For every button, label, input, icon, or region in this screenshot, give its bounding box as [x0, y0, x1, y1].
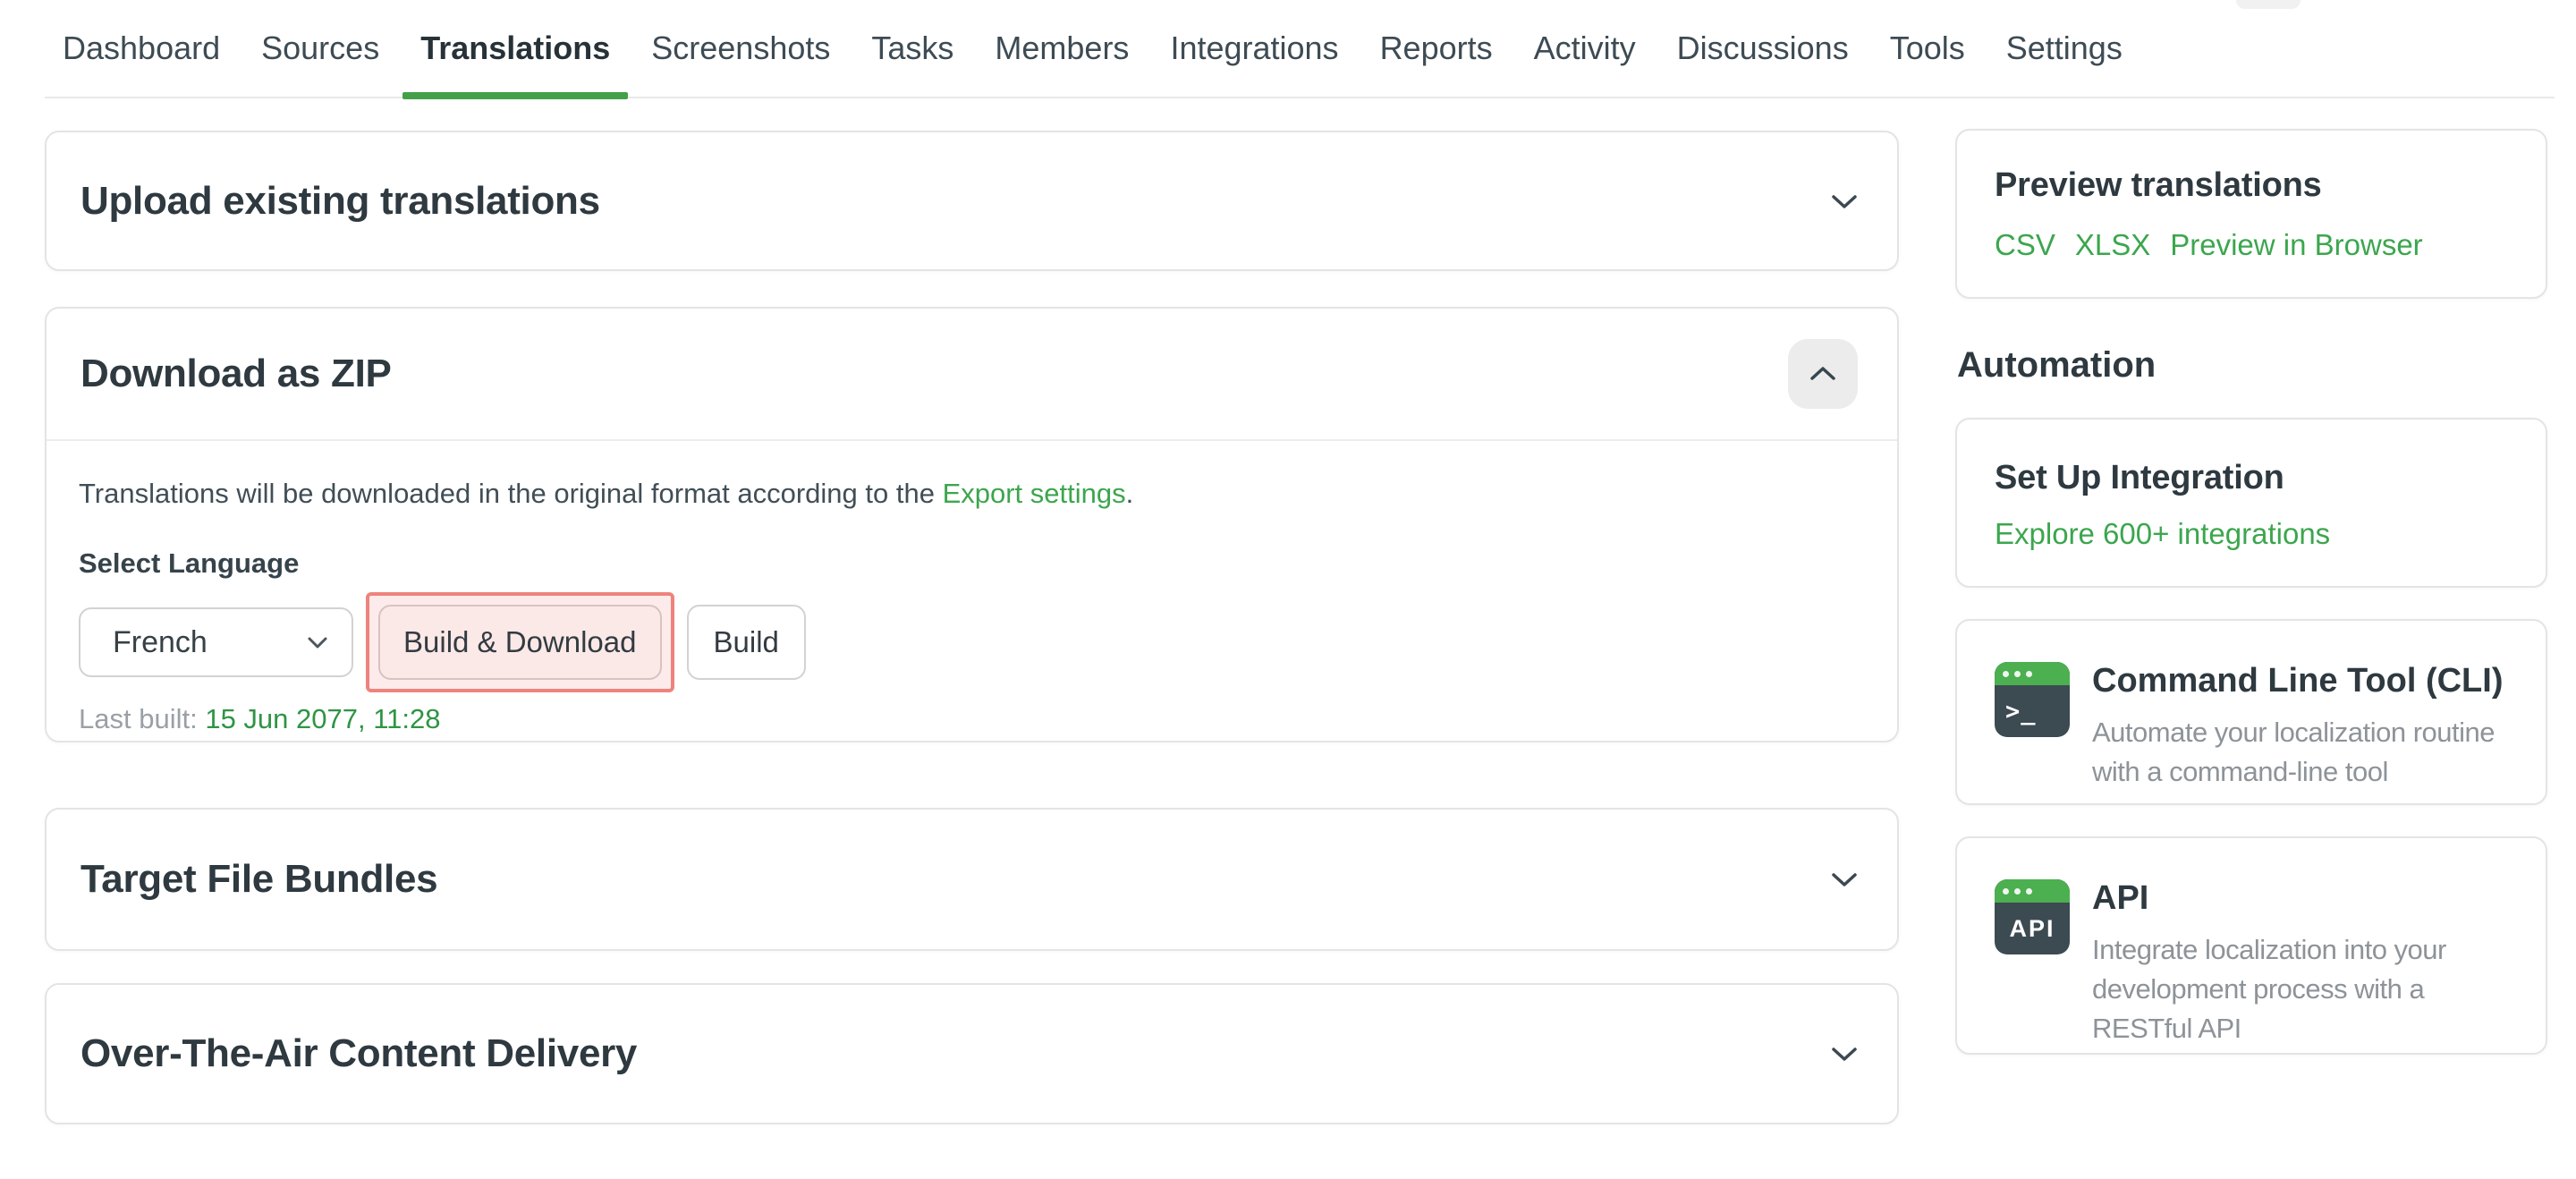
csv-link[interactable]: CSV — [1995, 228, 2055, 262]
api-card-title: API — [2092, 879, 2512, 918]
cli-card[interactable]: >_ Command Line Tool (CLI) Automate your… — [1955, 619, 2547, 805]
nav-item-activity[interactable]: Activity — [1534, 0, 1636, 98]
preview-in-browser-link[interactable]: Preview in Browser — [2170, 228, 2422, 262]
download-panel-title: Download as ZIP — [80, 352, 392, 396]
preview-links-row: CSV XLSX Preview in Browser — [1995, 228, 2510, 262]
build-button[interactable]: Build — [687, 605, 806, 680]
build-controls-row: French Build & Download Build — [79, 592, 1863, 692]
ota-panel-header[interactable]: Over-The-Air Content Delivery — [47, 985, 1897, 1123]
chevron-down-icon — [1831, 870, 1858, 888]
cropped-toolbar-element — [2236, 0, 2301, 9]
nav-item-tasks[interactable]: Tasks — [871, 0, 953, 98]
last-built-status: Last built: 15 Jun 2077, 11:28 — [79, 703, 1863, 735]
set-up-integration-title: Set Up Integration — [1995, 459, 2510, 497]
nav-item-sources[interactable]: Sources — [261, 0, 379, 98]
nav-item-reports[interactable]: Reports — [1380, 0, 1493, 98]
nav-item-dashboard[interactable]: Dashboard — [63, 0, 220, 98]
description-period: . — [1126, 478, 1134, 509]
chevron-up-icon — [1809, 365, 1836, 383]
download-panel-body: Translations will be downloaded in the o… — [47, 441, 1897, 735]
cli-card-text: Command Line Tool (CLI) Automate your lo… — [2092, 662, 2512, 792]
xlsx-link[interactable]: XLSX — [2075, 228, 2150, 262]
terminal-prompt-glyph: >_ — [1995, 685, 2070, 737]
description-text: Translations will be downloaded in the o… — [79, 478, 943, 509]
terminal-icon: >_ — [1995, 662, 2070, 737]
upload-panel-header[interactable]: Upload existing translations — [47, 132, 1897, 269]
nav-item-translations[interactable]: Translations — [420, 0, 610, 98]
preview-translations-title: Preview translations — [1995, 166, 2510, 205]
api-card-description: Integrate localization into your develop… — [2092, 930, 2512, 1048]
api-icon-label: API — [1995, 903, 2070, 954]
bundles-panel-title: Target File Bundles — [80, 857, 437, 902]
target-file-bundles-panel: Target File Bundles — [45, 808, 1899, 951]
cli-card-description: Automate your localization routine with … — [2092, 713, 2512, 792]
chevron-down-icon — [1831, 1045, 1858, 1063]
cli-card-title: Command Line Tool (CLI) — [2092, 662, 2512, 700]
set-up-integration-card: Set Up Integration Explore 600+ integrat… — [1955, 418, 2547, 588]
download-description: Translations will be downloaded in the o… — [79, 477, 1863, 510]
api-card[interactable]: API API Integrate localization into your… — [1955, 836, 2547, 1055]
select-language-label: Select Language — [79, 547, 1863, 580]
download-panel-header[interactable]: Download as ZIP — [47, 309, 1897, 441]
bundles-panel-header[interactable]: Target File Bundles — [47, 810, 1897, 949]
translations-content: Upload existing translations Download as… — [45, 131, 1899, 1124]
nav-item-members[interactable]: Members — [995, 0, 1129, 98]
nav-item-discussions[interactable]: Discussions — [1677, 0, 1849, 98]
ota-content-delivery-panel: Over-The-Air Content Delivery — [45, 983, 1899, 1124]
api-icon: API — [1995, 879, 2070, 954]
project-nav: Dashboard Sources Translations Screensho… — [45, 0, 2555, 98]
explore-integrations-link[interactable]: Explore 600+ integrations — [1995, 517, 2330, 551]
api-card-text: API Integrate localization into your dev… — [2092, 879, 2512, 1048]
chevron-down-icon — [1831, 192, 1858, 210]
export-settings-link[interactable]: Export settings — [943, 478, 1126, 509]
automation-heading: Automation — [1957, 345, 2547, 386]
upload-existing-translations-panel: Upload existing translations — [45, 131, 1899, 271]
language-select-value: French — [113, 625, 208, 660]
collapse-panel-button[interactable] — [1788, 339, 1858, 409]
sidebar: Preview translations CSV XLSX Preview in… — [1955, 129, 2547, 1055]
nav-item-integrations[interactable]: Integrations — [1170, 0, 1338, 98]
ota-panel-title: Over-The-Air Content Delivery — [80, 1031, 637, 1076]
preview-translations-card: Preview translations CSV XLSX Preview in… — [1955, 129, 2547, 299]
last-built-date: 15 Jun 2077, 11:28 — [205, 703, 440, 734]
last-built-label: Last built: — [79, 703, 198, 734]
upload-panel-title: Upload existing translations — [80, 179, 600, 224]
nav-item-settings[interactable]: Settings — [2006, 0, 2123, 98]
highlight-annotation-box: Build & Download — [366, 592, 674, 692]
chevron-down-icon — [307, 635, 328, 649]
nav-item-tools[interactable]: Tools — [1890, 0, 1965, 98]
nav-item-screenshots[interactable]: Screenshots — [651, 0, 830, 98]
build-and-download-button[interactable]: Build & Download — [378, 605, 662, 680]
language-select[interactable]: French — [79, 607, 353, 677]
download-as-zip-panel: Download as ZIP Translations will be dow… — [45, 307, 1899, 742]
